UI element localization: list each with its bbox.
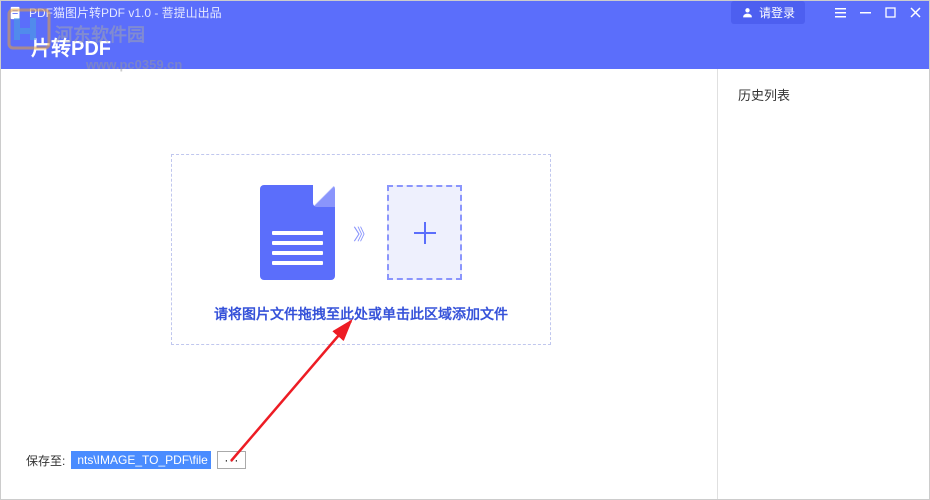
save-path-row: 保存至: nts\IMAGE_TO_PDF\file ··· — [26, 451, 246, 469]
maximize-button[interactable] — [885, 7, 896, 18]
browse-button[interactable]: ··· — [217, 451, 246, 469]
titlebar: PDF猫图片转PDF v1.0 - 菩提山出品 请登录 — [1, 1, 929, 24]
header-banner: 片转PDF — [1, 24, 929, 69]
page-title: 片转PDF — [31, 32, 111, 61]
document-icon — [260, 185, 335, 280]
app-icon — [9, 6, 23, 20]
dropzone[interactable]: 〉》 请将图片文件拖拽至此处或单击此区域添加文件 — [171, 154, 551, 345]
dropzone-instruction: 请将图片文件拖拽至此处或单击此区域添加文件 — [192, 304, 530, 324]
close-button[interactable] — [910, 7, 921, 18]
save-path-input[interactable]: nts\IMAGE_TO_PDF\file — [71, 451, 211, 469]
history-title: 历史列表 — [738, 85, 909, 104]
main-content: 〉》 请将图片文件拖拽至此处或单击此区域添加文件 保存至: nts\IMAGE_… — [1, 69, 717, 499]
minimize-button[interactable] — [860, 7, 871, 18]
login-label: 请登录 — [759, 4, 795, 21]
window-title: PDF猫图片转PDF v1.0 - 菩提山出品 — [29, 4, 731, 21]
user-icon — [741, 6, 754, 19]
add-file-icon — [387, 185, 462, 280]
window-controls — [835, 7, 921, 18]
save-label: 保存至: — [26, 452, 65, 469]
arrow-separator: 〉》 — [353, 221, 369, 245]
sidebar: 历史列表 — [717, 69, 929, 499]
dropzone-illustration: 〉》 — [192, 185, 530, 280]
menu-button[interactable] — [835, 7, 846, 18]
login-button[interactable]: 请登录 — [731, 1, 805, 24]
